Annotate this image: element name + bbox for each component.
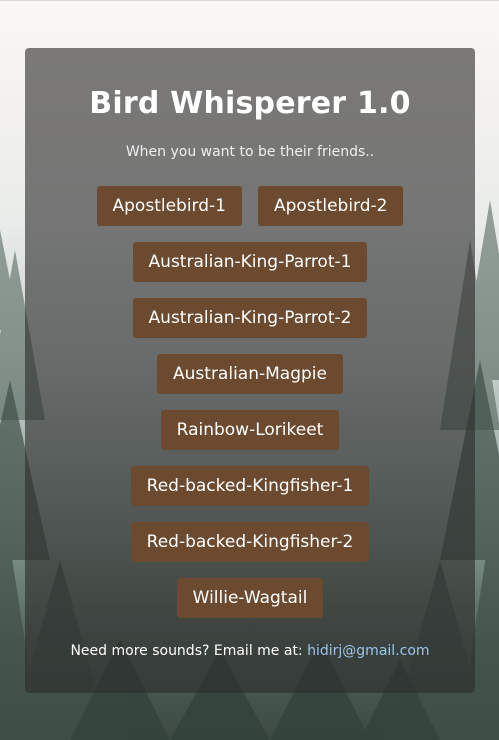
button-row: Red-backed-Kingfisher-1 [25,466,475,506]
sound-button-australian-king-parrot-1[interactable]: Australian-King-Parrot-1 [132,242,368,282]
footer: Need more sounds? Email me at: hidirj@gm… [25,643,475,659]
page-title: Bird Whisperer 1.0 [89,86,411,121]
page-subtitle: When you want to be their friends.. [125,144,375,160]
footer-text: Need more sounds? Email me at: [70,643,308,659]
email-link[interactable]: hidirj@gmail.com [307,643,429,659]
button-row: Australian-King-Parrot-2 [25,298,475,338]
button-row: Willie-Wagtail [25,578,475,618]
button-row: Apostlebird-1 Apostlebird-2 [25,186,475,226]
sound-button-list: Apostlebird-1 Apostlebird-2 Australian-Kin… [25,186,475,634]
sound-button-australian-king-parrot-2[interactable]: Australian-King-Parrot-2 [132,298,368,338]
button-row: Australian-King-Parrot-1 [25,242,475,282]
sound-button-apostlebird-1[interactable]: Apostlebird-1 [96,186,242,226]
sound-button-rainbow-lorikeet[interactable]: Rainbow-Lorikeet [160,410,340,450]
sound-button-red-backed-kingfisher-2[interactable]: Red-backed-Kingfisher-2 [130,522,370,562]
button-row: Rainbow-Lorikeet [25,410,475,450]
sound-button-apostlebird-2[interactable]: Apostlebird-2 [258,186,404,226]
button-row: Red-backed-Kingfisher-2 [25,522,475,562]
sound-button-willie-wagtail[interactable]: Willie-Wagtail [176,578,324,618]
main-card: Bird Whisperer 1.0 When you want to be t… [25,48,475,693]
top-border [0,0,499,1]
sound-button-australian-magpie[interactable]: Australian-Magpie [157,354,343,394]
sound-button-red-backed-kingfisher-1[interactable]: Red-backed-Kingfisher-1 [130,466,370,506]
button-row: Australian-Magpie [25,354,475,394]
